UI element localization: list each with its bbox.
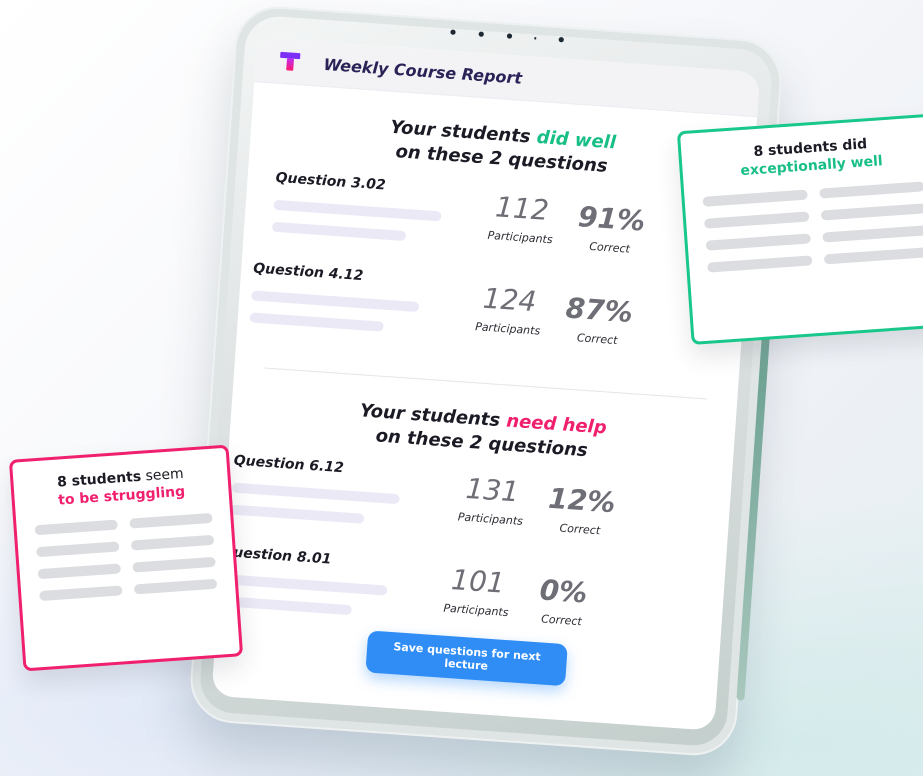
- correct-stat: 91% Correct: [577, 200, 647, 256]
- placeholder-bar: [273, 199, 442, 222]
- t-logo-icon: [279, 50, 302, 73]
- struggling-students-card[interactable]: 8 students seem to be struggling: [8, 444, 244, 672]
- exceptional-students-card[interactable]: 8 students did exceptionally well: [676, 113, 923, 345]
- participants-stat: 112 Participants: [487, 190, 554, 247]
- participants-stat: 124 Participants: [474, 281, 541, 338]
- participants-stat: 101 Participants: [443, 563, 509, 620]
- need-help-section: Your students need help on these 2 quest…: [216, 390, 736, 671]
- card-title: 8 students did exceptionally well: [739, 136, 884, 180]
- placeholder-list: [702, 181, 923, 273]
- placeholder-bar: [219, 573, 388, 596]
- placeholder-bar: [231, 482, 400, 505]
- card-title: 8 students seem to be struggling: [56, 465, 186, 509]
- placeholder-bar: [251, 290, 420, 313]
- correct-stat: 87% Correct: [564, 291, 634, 348]
- placeholder-list: [34, 512, 218, 602]
- correct-stat: 12% Correct: [547, 481, 617, 538]
- tablet-device: • • • · • Weekly Course Report Your stud…: [187, 3, 785, 759]
- participants-stat: 131 Participants: [457, 471, 524, 528]
- report-title: Weekly Course Report: [323, 54, 523, 88]
- placeholder-bar: [230, 504, 365, 524]
- correct-stat: 0% Correct: [538, 573, 589, 629]
- placeholder-bar: [249, 312, 384, 332]
- placeholder-bar: [271, 221, 407, 242]
